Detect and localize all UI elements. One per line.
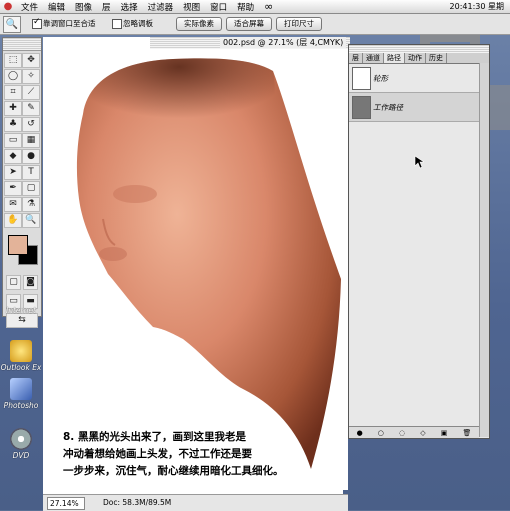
infinity-icon: ∞ [264,0,274,13]
new-path-icon[interactable]: ▣ [441,429,448,437]
toolbox: ⬚ ✥ ◯ ✧ ⌗ ⟋ ✚ ✎ ♣ ↺ ▭ ▦ ◆ ● ➤ T ✒ ▢ ✉ ⚗ … [2,37,42,328]
toolbox-titlebar[interactable] [3,38,41,51]
menu-clock: 20:41:30 星期 [449,2,504,11]
caption-line-2: 冲动着想给她画上头发，不过工作还是要 [63,448,252,460]
palette-tabs: 层 通道 路径 动作 历史 [349,53,489,64]
path-select-tool-icon[interactable]: ➤ [4,165,22,180]
type-tool-icon[interactable]: T [22,165,40,180]
outlook-label: Outlook Ex [0,363,42,372]
caption-line-3: 一步步来，沉住气，耐心继续用暗化工具细化。 [63,465,284,477]
eyedropper-tool-icon[interactable]: ⚗ [22,197,40,212]
marquee-tool-icon[interactable]: ⬚ [4,53,22,68]
menu-window[interactable]: 窗口 [205,1,232,13]
quickmask-mode-icon[interactable]: ◙ [23,275,38,290]
gradient-tool-icon[interactable]: ▦ [22,133,40,148]
tool-grid: ⬚ ✥ ◯ ✧ ⌗ ⟋ ✚ ✎ ♣ ↺ ▭ ▦ ◆ ● ➤ T ✒ ▢ ✉ ⚗ … [3,51,41,230]
color-swatches [6,233,41,273]
desktop-icon-dvd[interactable]: DVD [0,428,42,460]
options-bar: 🔍 靠调窗口至合适 忽略调板 实际像素 适合屏幕 打印尺寸 [0,14,510,35]
menu-help[interactable]: 帮助 [232,1,259,13]
work-path-thumbnail [352,96,371,119]
zoom-tool-icon[interactable]: 🔍 [22,213,40,228]
palette-scrollbar[interactable] [479,63,489,437]
actual-pixels-button[interactable]: 实际像素 [176,17,222,31]
slice-tool-icon[interactable]: ⟋ [22,85,40,100]
palette-titlebar[interactable] [349,45,489,53]
zoom-tool-icon[interactable]: 🔍 [3,16,21,33]
menu-select[interactable]: 选择 [116,1,143,13]
menu-bar: ● 文件 编辑 图像 层 选择 过滤器 视图 窗口 帮助 ∞ 20:41:30 … [0,0,510,14]
history-brush-tool-icon[interactable]: ↺ [22,117,40,132]
menu-edit[interactable]: 编辑 [43,1,70,13]
blur-tool-icon[interactable]: ◆ [4,149,22,164]
tutorial-caption: 8. 黑黑的光头出来了，画到这里我老是 冲动着想给她画上头发，不过工作还是要 一… [63,429,348,480]
document-canvas[interactable]: 8. 黑黑的光头出来了，画到这里我老是 冲动着想给她画上头发，不过工作还是要 一… [43,49,348,490]
desktop-icon-outlook[interactable]: Outlook Ex [0,340,42,372]
load-selection-icon[interactable]: ◌ [399,429,405,437]
fit-screen-button[interactable]: 适合屏幕 [226,17,272,31]
resize-window-checkbox[interactable] [32,17,42,29]
work-path-label: 工作路径 [373,103,403,112]
menu-filter[interactable]: 过滤器 [143,1,179,13]
mask-modes: ▢ ◙ [3,273,41,292]
tab-actions[interactable]: 动作 [405,53,426,63]
healing-tool-icon[interactable]: ✚ [4,101,22,116]
hand-tool-icon[interactable]: ✋ [4,213,22,228]
resize-window-label: 靠调窗口至合适 [43,19,96,28]
imageready-icon[interactable]: ⇆ [6,313,38,328]
dvd-label: DVD [12,451,30,460]
crop-tool-icon[interactable]: ⌗ [4,85,22,100]
photoshop-icon [10,378,32,400]
paths-palette: 层 通道 路径 动作 历史 轮形 工作路径 ● ○ ◌ ◇ ▣ 🗑 [348,44,490,439]
status-bar: 27.14% Doc: 58.3M/89.5M [43,494,348,511]
trash-icon[interactable]: 🗑 [463,429,472,437]
make-path-icon[interactable]: ◇ [420,429,425,437]
desktop-icon-internet[interactable]: Internet [0,306,42,315]
move-tool-icon[interactable]: ✥ [22,53,40,68]
caption-line-1: 8. 黑黑的光头出来了，画到这里我老是 [63,431,246,443]
desktop-icon-photoshop[interactable]: Photosho [0,378,42,410]
head-painting [76,58,342,469]
shape-tool-icon[interactable]: ▢ [22,181,40,196]
document-title: 002.psd @ 27.1% (层 4,CMYK) [220,37,347,48]
tab-paths[interactable]: 路径 [384,53,405,63]
doc-size-readout: Doc: 58.3M/89.5M [103,498,172,507]
palette-footer: ● ○ ◌ ◇ ▣ 🗑 [349,426,479,438]
tab-layers[interactable]: 层 [349,53,363,63]
pen-tool-icon[interactable]: ✒ [4,181,22,196]
burn-tool-icon[interactable]: ● [22,149,40,164]
menu-image[interactable]: 图像 [70,1,97,13]
menu-file[interactable]: 文件 [16,1,43,13]
print-size-button[interactable]: 打印尺寸 [276,17,322,31]
outlook-icon [10,340,32,362]
path-row[interactable]: 轮形 [349,64,489,93]
path-label: 轮形 [373,74,388,83]
ignore-palettes-label: 忽略调板 [123,19,153,28]
path-thumbnail [352,67,371,90]
internet-label: Internet [6,306,36,315]
notes-tool-icon[interactable]: ✉ [4,197,22,212]
menu-view[interactable]: 视图 [178,1,205,13]
photoshop-label: Photosho [3,401,39,410]
ignore-palettes-checkbox[interactable] [112,19,122,29]
foreground-color-swatch[interactable] [8,235,28,255]
eraser-tool-icon[interactable]: ▭ [4,133,22,148]
brush-tool-icon[interactable]: ✎ [22,101,40,116]
lasso-tool-icon[interactable]: ◯ [4,69,22,84]
stamp-tool-icon[interactable]: ♣ [4,117,22,132]
tab-history[interactable]: 历史 [426,53,447,63]
magic-wand-tool-icon[interactable]: ✧ [22,69,40,84]
menu-layer[interactable]: 层 [97,1,116,13]
dvd-icon [10,428,32,450]
stroke-path-icon[interactable]: ○ [378,429,384,437]
apple-menu-icon[interactable]: ● [0,1,16,12]
mouse-cursor-icon [414,155,424,169]
zoom-field[interactable]: 27.14% [47,497,85,510]
path-row-work[interactable]: 工作路径 [349,93,489,122]
tab-channels[interactable]: 通道 [363,53,384,63]
standard-mode-icon[interactable]: ▢ [6,275,21,290]
fill-path-icon[interactable]: ● [357,429,363,437]
